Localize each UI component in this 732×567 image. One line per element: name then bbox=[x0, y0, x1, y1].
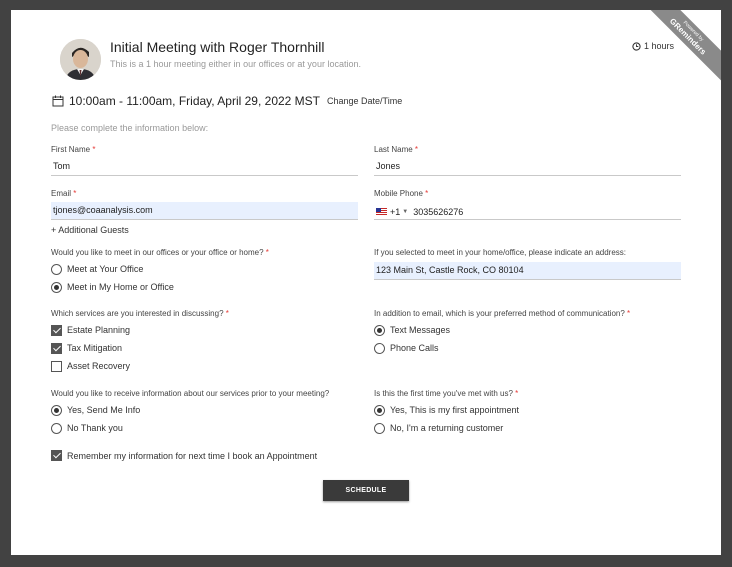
radio-option[interactable]: Yes, Send Me Info bbox=[51, 404, 361, 416]
host-avatar bbox=[60, 39, 101, 80]
event-title: Initial Meeting with Roger Thornhill bbox=[110, 39, 325, 55]
radio-button[interactable] bbox=[51, 404, 62, 416]
required-marker: * bbox=[425, 189, 429, 198]
first-time-question: Is this the first time you've met with u… bbox=[374, 389, 684, 434]
additional-guests-link[interactable]: + Additional Guests bbox=[51, 225, 129, 235]
radio-option[interactable]: Meet in My Home or Office bbox=[51, 281, 361, 293]
radio-button[interactable] bbox=[51, 422, 62, 434]
option-label: No Thank you bbox=[67, 423, 123, 433]
phone-group: Mobile Phone * +1 ▼ 3035626276 bbox=[374, 189, 681, 220]
event-datetime: 10:00am - 11:00am, Friday, April 29, 202… bbox=[52, 94, 402, 108]
radio-button[interactable] bbox=[374, 422, 385, 434]
option-label: Estate Planning bbox=[67, 325, 131, 335]
remember-label: Remember my information for next time I … bbox=[67, 450, 318, 461]
communication-question: In addition to email, which is your pref… bbox=[374, 309, 684, 354]
address-label: If you selected to meet in your home/off… bbox=[374, 248, 626, 257]
option-label: Text Messages bbox=[390, 325, 451, 335]
last-name-label: Last Name bbox=[374, 145, 413, 154]
required-marker: * bbox=[627, 309, 631, 318]
radio-option[interactable]: Phone Calls bbox=[374, 342, 684, 354]
option-label: No, I'm a returning customer bbox=[390, 423, 504, 433]
services-question: Which services are you interested in dis… bbox=[51, 309, 361, 372]
option-label: Yes, This is my first appointment bbox=[390, 405, 520, 415]
radio-button[interactable] bbox=[374, 404, 385, 416]
required-marker: * bbox=[515, 389, 519, 398]
checkbox-option[interactable]: Asset Recovery bbox=[51, 360, 361, 372]
option-label: Phone Calls bbox=[390, 343, 439, 353]
option-label: Meet at Your Office bbox=[67, 264, 144, 274]
required-marker: * bbox=[92, 145, 96, 154]
phone-input[interactable]: 3035626276 bbox=[413, 207, 463, 217]
chevron-down-icon[interactable]: ▼ bbox=[402, 209, 408, 215]
event-description: This is a 1 hour meeting either in our o… bbox=[110, 59, 361, 69]
communication-label: In addition to email, which is your pref… bbox=[374, 309, 625, 318]
meet-location-label: Would you like to meet in our offices or… bbox=[51, 248, 264, 257]
phone-field: +1 ▼ 3035626276 bbox=[374, 202, 681, 220]
checkbox[interactable] bbox=[51, 342, 62, 354]
checkbox[interactable] bbox=[51, 324, 62, 336]
required-marker: * bbox=[73, 189, 77, 198]
radio-option[interactable]: Text Messages bbox=[374, 324, 684, 336]
address-group: If you selected to meet in your home/off… bbox=[374, 248, 681, 280]
option-label: Meet in My Home or Office bbox=[67, 282, 174, 292]
schedule-button[interactable]: SCHEDULE bbox=[323, 480, 409, 501]
email-label: Email bbox=[51, 189, 72, 198]
checkbox-option[interactable]: Estate Planning bbox=[51, 324, 361, 336]
clock-icon bbox=[632, 41, 641, 51]
remember-me-option[interactable]: Remember my information for next time I … bbox=[51, 450, 317, 461]
option-label: Asset Recovery bbox=[67, 361, 131, 371]
us-flag-icon[interactable] bbox=[376, 208, 387, 216]
first-name-input[interactable]: Tom bbox=[51, 158, 358, 176]
option-label: Tax Mitigation bbox=[67, 343, 123, 353]
first-time-label: Is this the first time you've met with u… bbox=[374, 389, 513, 398]
radio-option[interactable]: No, I'm a returning customer bbox=[374, 422, 684, 434]
option-label: Yes, Send Me Info bbox=[67, 405, 141, 415]
remember-checkbox[interactable] bbox=[51, 450, 62, 461]
duration-text: 1 hours bbox=[644, 41, 675, 51]
checkbox[interactable] bbox=[51, 360, 62, 372]
required-marker: * bbox=[265, 248, 269, 257]
radio-button[interactable] bbox=[51, 263, 62, 275]
meet-location-question: Would you like to meet in our offices or… bbox=[51, 248, 361, 293]
radio-option[interactable]: Meet at Your Office bbox=[51, 263, 361, 275]
last-name-input[interactable]: Jones bbox=[374, 158, 681, 176]
address-input[interactable]: 123 Main St, Castle Rock, CO 80104 bbox=[374, 262, 681, 280]
change-datetime-link[interactable]: Change Date/Time bbox=[327, 96, 402, 106]
radio-option[interactable]: No Thank you bbox=[51, 422, 361, 434]
info-prior-question: Would you like to receive information ab… bbox=[51, 389, 361, 434]
last-name-group: Last Name * Jones bbox=[374, 145, 681, 176]
duration-badge: 1 hours bbox=[632, 41, 674, 51]
phone-label: Mobile Phone bbox=[374, 189, 423, 198]
radio-button[interactable] bbox=[51, 281, 62, 293]
checkbox-option[interactable]: Tax Mitigation bbox=[51, 342, 361, 354]
email-input[interactable]: tjones@coaanalysis.com bbox=[51, 202, 358, 220]
datetime-text: 10:00am - 11:00am, Friday, April 29, 202… bbox=[69, 94, 321, 108]
calendar-icon bbox=[52, 95, 64, 107]
services-label: Which services are you interested in dis… bbox=[51, 309, 224, 318]
radio-button[interactable] bbox=[374, 342, 385, 354]
info-prior-label: Would you like to receive information ab… bbox=[51, 389, 330, 398]
country-code[interactable]: +1 bbox=[390, 207, 400, 217]
form-intro: Please complete the information below: bbox=[51, 123, 209, 133]
radio-option[interactable]: Yes, This is my first appointment bbox=[374, 404, 684, 416]
booking-card: Powered by GReminders Initial Meeting wi… bbox=[11, 10, 721, 555]
required-marker: * bbox=[414, 145, 419, 154]
radio-button[interactable] bbox=[374, 324, 385, 336]
first-name-label: First Name bbox=[51, 145, 91, 154]
email-group: Email * tjones@coaanalysis.com bbox=[51, 189, 358, 220]
required-marker: * bbox=[225, 309, 229, 318]
first-name-group: First Name * Tom bbox=[51, 145, 358, 176]
